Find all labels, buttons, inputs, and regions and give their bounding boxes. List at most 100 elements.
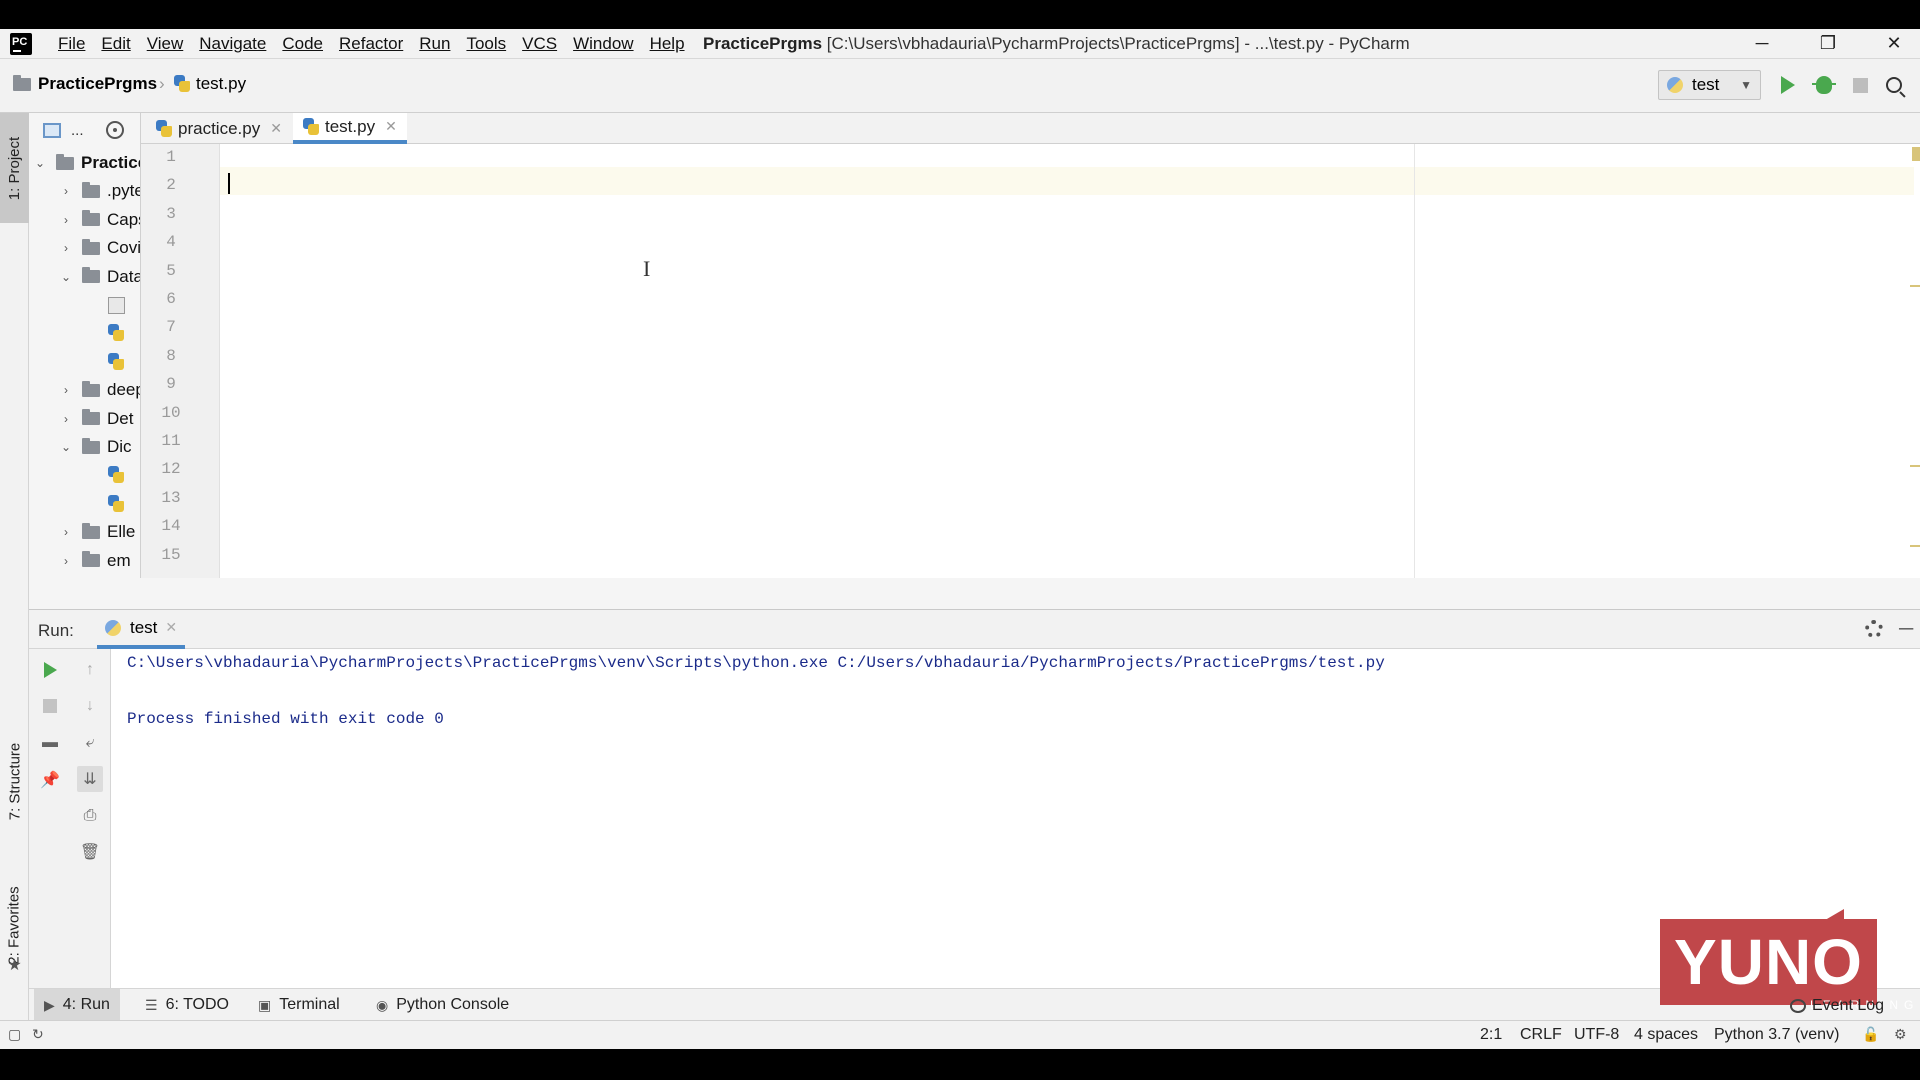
python-interpreter[interactable]: Python 3.7 (venv) (1714, 1026, 1839, 1044)
tree-item[interactable]: › deep (59, 376, 140, 404)
project-tool-tab[interactable]: 1: Project (0, 113, 29, 223)
line-number: 9 (166, 375, 176, 394)
code-editor[interactable]: I (220, 144, 1920, 578)
run-tool-button[interactable]: ▶ 4: Run (34, 989, 120, 1021)
window-title: PracticePrgms [C:\Users\vbhadauria\Pycha… (703, 34, 1410, 54)
stop-button[interactable] (1846, 71, 1874, 99)
breadcrumb-project[interactable]: PracticePrgms (13, 74, 157, 94)
tree-item[interactable]: › Det (59, 405, 133, 433)
tree-item[interactable]: ⌄ PracticePrgms (33, 149, 140, 177)
line-separator[interactable]: CRLF (1520, 1026, 1562, 1044)
stop-run-button[interactable] (37, 693, 63, 719)
menu-view[interactable]: View (139, 34, 192, 54)
menu-edit[interactable]: Edit (93, 34, 138, 54)
gear-icon[interactable] (1865, 620, 1883, 638)
tree-item[interactable]: ⌄ Data (59, 263, 140, 291)
breadcrumb-file[interactable]: test.py (174, 74, 246, 94)
restore-button[interactable]: ❐ (1803, 29, 1853, 58)
close-icon[interactable]: ✕ (165, 619, 177, 636)
scroll-to-end-icon[interactable]: ⇊ (77, 766, 103, 792)
chevron-down-icon[interactable]: ⌄ (59, 440, 73, 454)
line-number: 15 (161, 545, 181, 564)
menu-run[interactable]: Run (411, 34, 458, 54)
chevron-right-icon[interactable]: › (59, 412, 73, 426)
hide-panel-icon[interactable]: ─ (1899, 618, 1913, 641)
arrow-up-icon[interactable]: ↑ (77, 657, 103, 683)
project-view-icon[interactable] (43, 122, 61, 138)
minimize-button[interactable]: ─ (1737, 29, 1787, 58)
chevron-right-icon[interactable]: › (59, 213, 73, 227)
chevron-right-icon[interactable]: › (59, 525, 73, 539)
tree-item[interactable] (85, 490, 130, 518)
python-file-icon (108, 494, 124, 513)
tree-item[interactable]: ⌄ Dic (59, 433, 132, 461)
tree-item[interactable]: › em (59, 547, 131, 575)
menu-vcs[interactable]: VCS (514, 34, 565, 54)
chevron-right-icon[interactable]: › (59, 554, 73, 568)
tree-item[interactable] (85, 319, 130, 347)
search-everywhere-button[interactable] (1880, 71, 1908, 99)
run-button[interactable] (1774, 71, 1802, 99)
python-console-button[interactable]: ◉ Python Console (366, 989, 519, 1021)
close-icon[interactable]: ✕ (270, 120, 282, 137)
tree-item-label: em (107, 550, 131, 570)
tree-item[interactable]: › Capstone (59, 206, 140, 234)
close-window-button[interactable]: ✕ (1869, 29, 1919, 58)
debug-button[interactable] (1810, 71, 1838, 99)
arrow-down-icon[interactable]: ↓ (77, 693, 103, 719)
left-tool-strip: 1: Project 7: Structure 2: Favorites ★ (0, 113, 29, 1020)
tree-item[interactable] (85, 291, 129, 319)
line-number: 2 (166, 176, 176, 195)
python-file-icon (108, 466, 124, 484)
tab-practice-py[interactable]: practice.py ✕ (146, 113, 292, 144)
tab-label: test.py (325, 116, 376, 136)
run-console[interactable]: C:\Users\vbhadauria\PycharmProjects\Prac… (111, 649, 1920, 988)
line-number: 6 (166, 290, 176, 308)
panel-divider[interactable] (29, 578, 1920, 610)
tree-item[interactable] (85, 461, 130, 489)
file-encoding[interactable]: UTF-8 (1574, 1026, 1619, 1044)
event-log-button[interactable]: Event Log (1790, 997, 1884, 1015)
tree-item[interactable] (85, 348, 130, 376)
console-line: C:\Users\vbhadauria\PycharmProjects\Prac… (127, 654, 1385, 672)
todo-tool-button[interactable]: ☰ 6: TODO (135, 989, 239, 1021)
trash-icon[interactable]: 🗑 (77, 839, 103, 865)
pin-icon[interactable]: 📌 (37, 767, 63, 793)
menu-refactor[interactable]: Refactor (331, 34, 411, 54)
soft-wrap-icon[interactable]: ⤶ (77, 730, 103, 756)
project-view-dropdown[interactable]: ... (71, 122, 84, 139)
tree-item[interactable]: › Covid (59, 234, 140, 262)
menu-file[interactable]: File (50, 34, 93, 54)
terminal-tool-button[interactable]: ▣ Terminal (248, 989, 350, 1021)
close-icon[interactable]: ✕ (385, 118, 397, 135)
menu-code[interactable]: Code (274, 34, 331, 54)
tree-item-label: Capstone (107, 209, 140, 229)
locate-file-icon[interactable] (105, 121, 124, 139)
event-log-icon (1790, 999, 1806, 1013)
menu-tools[interactable]: Tools (458, 34, 514, 54)
tree-item[interactable]: › .pytest (59, 177, 140, 205)
chevron-right-icon[interactable]: › (59, 184, 73, 198)
structure-tool-tab[interactable]: 7: Structure (0, 721, 29, 841)
caret-position[interactable]: 2:1 (1480, 1026, 1502, 1044)
tool-windows-icon[interactable]: ▢ (8, 1026, 21, 1043)
folder-icon (82, 267, 100, 284)
menu-help[interactable]: Help (642, 34, 693, 54)
tree-item[interactable]: › Elle (59, 518, 135, 546)
menu-navigate[interactable]: Navigate (191, 34, 274, 54)
run-configuration-select[interactable]: test ▼ (1658, 70, 1761, 100)
menu-window[interactable]: Window (565, 34, 641, 54)
print-icon[interactable]: ⎙ (77, 803, 103, 829)
chevron-down-icon[interactable]: ⌄ (33, 156, 47, 170)
chevron-down-icon[interactable]: ⌄ (59, 270, 73, 284)
rerun-button[interactable] (37, 657, 63, 683)
tab-test-py[interactable]: test.py ✕ (293, 113, 407, 144)
run-tab-test[interactable]: test ✕ (97, 610, 186, 649)
chevron-right-icon[interactable]: › (59, 241, 73, 255)
layout-icon[interactable]: ▬ (37, 730, 63, 756)
inspector-icon[interactable]: ⚙ (1894, 1026, 1907, 1043)
chevron-right-icon[interactable]: › (59, 383, 73, 397)
bottom-black-band (0, 1049, 1920, 1080)
indent-setting[interactable]: 4 spaces (1634, 1026, 1698, 1044)
lock-icon[interactable]: 🔓 (1862, 1026, 1879, 1043)
